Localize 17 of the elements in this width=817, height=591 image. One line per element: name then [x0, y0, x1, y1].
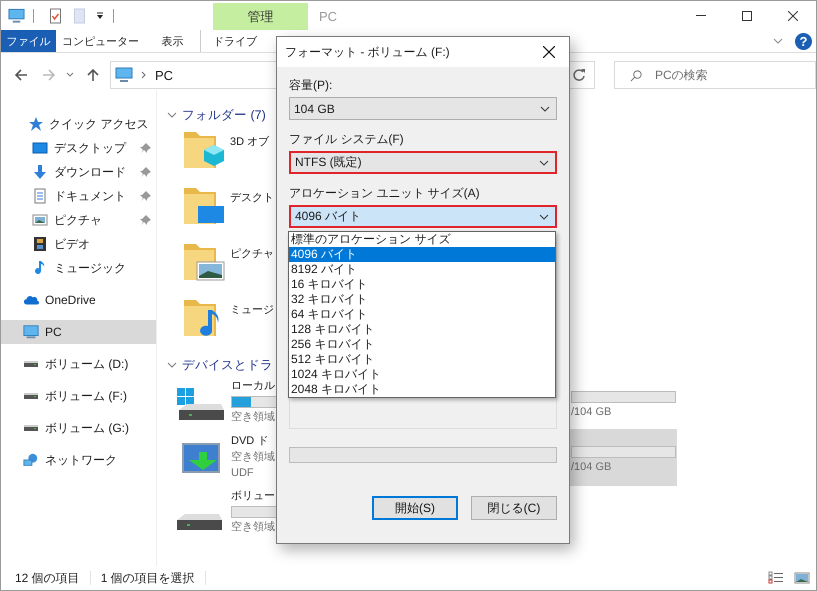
section-header: フォルダー (7) [182, 106, 266, 124]
selection-count: 1 個の項目を選択 [100, 570, 195, 586]
dialog-title: フォーマット - ボリューム (F:) [285, 44, 451, 60]
section-header: デバイスとドラ [182, 356, 273, 374]
item-count: 12 個の項目 [15, 570, 80, 586]
drive-detail: 空き領域 [231, 450, 275, 465]
drive-detail: UDF [231, 466, 254, 481]
drive-size: /104 GB [571, 405, 612, 420]
drive-size: /104 GB [571, 460, 612, 475]
field-label: 容量(P): [289, 77, 334, 93]
field-label: ファイル システム(F) [289, 131, 405, 147]
field-label: アロケーション ユニット サイズ(A) [289, 185, 481, 201]
address-path: PC [155, 68, 174, 82]
drive-detail: 空き領域 [231, 410, 275, 425]
drive-detail: 空き領域 [231, 520, 275, 535]
context-tab-group: 管理 [213, 3, 308, 30]
window-title: PC [319, 9, 338, 24]
